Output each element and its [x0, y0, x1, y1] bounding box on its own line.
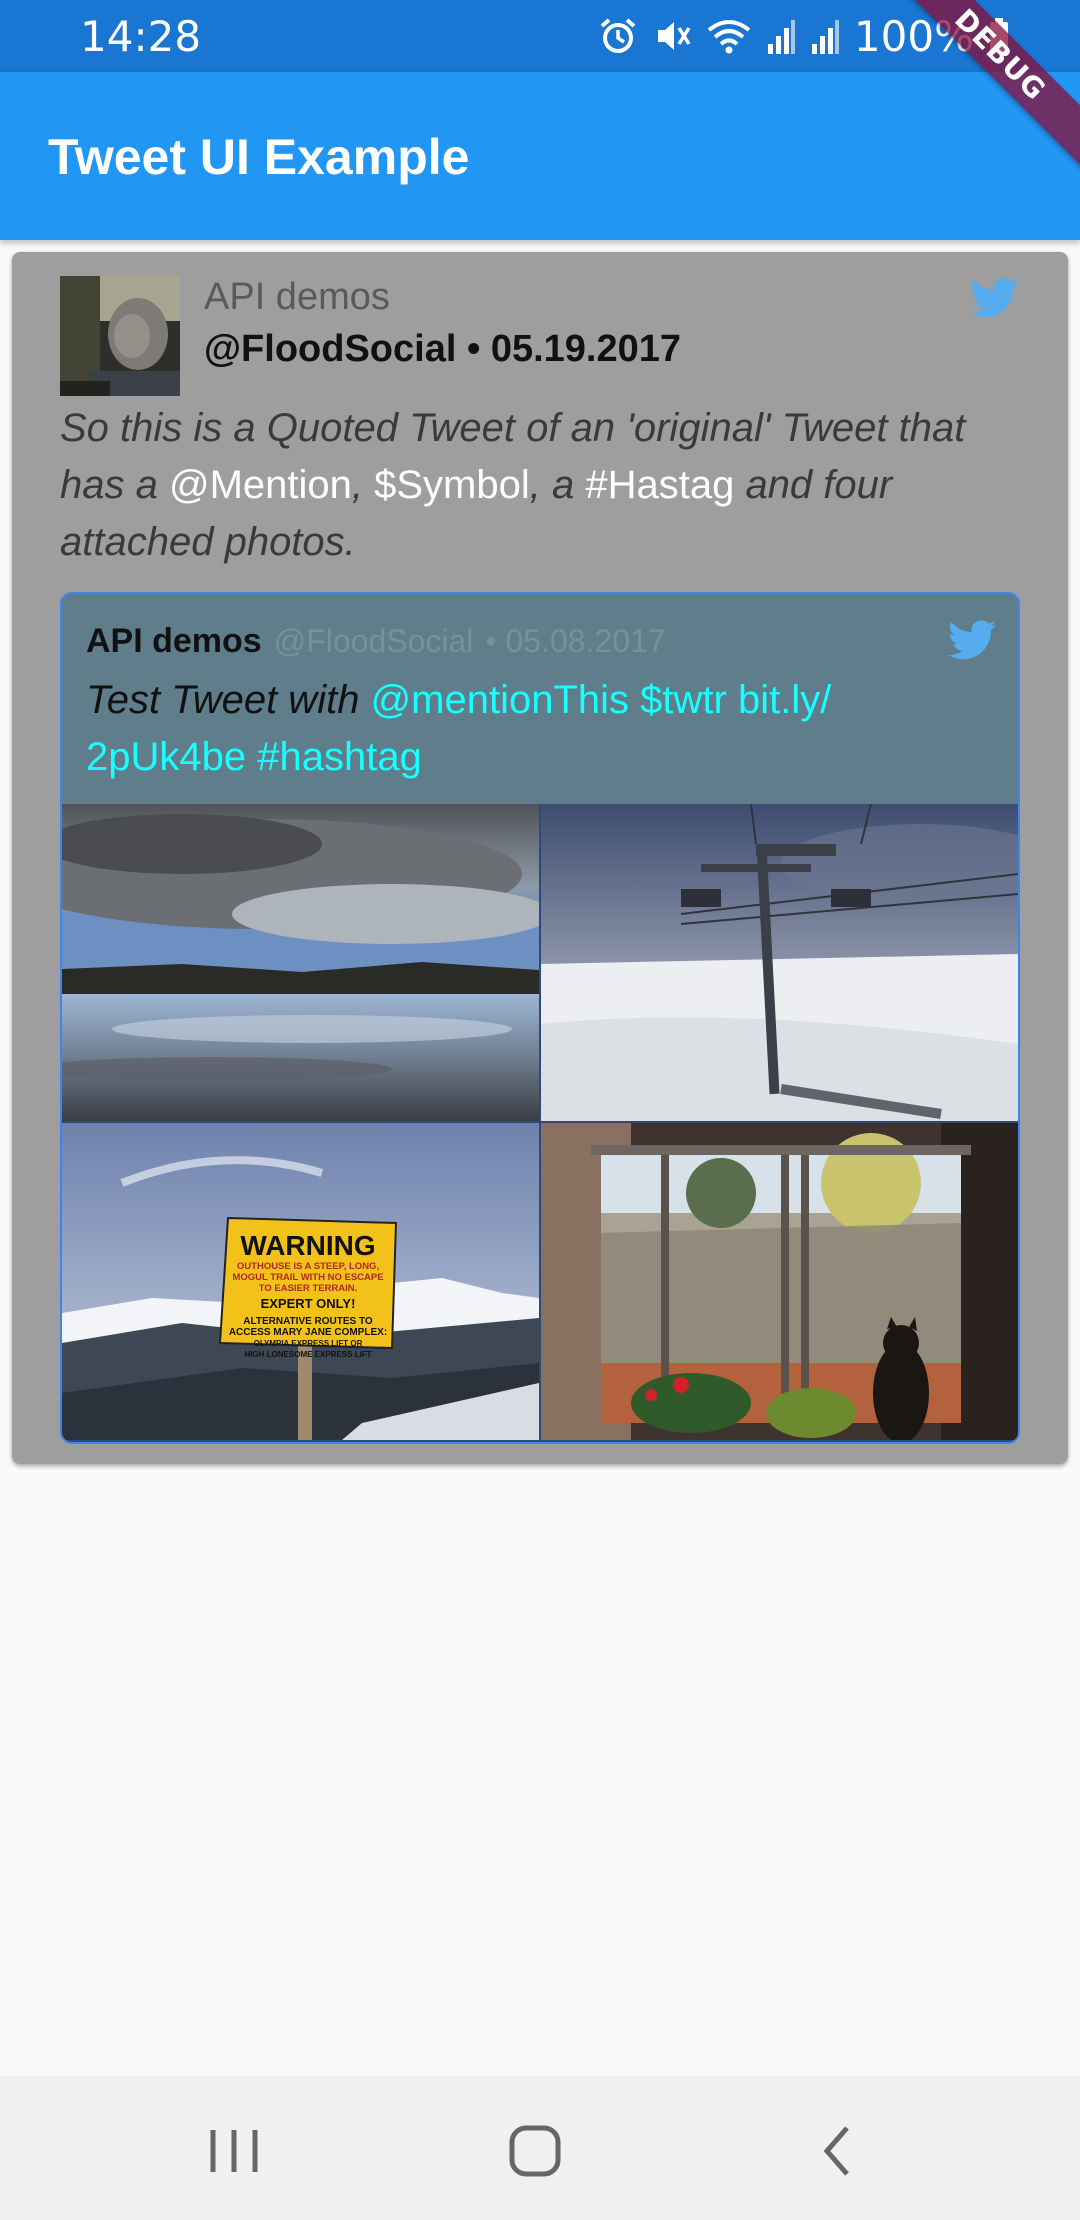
warning-sign-line: OUTHOUSE IS A STEEP, LONG,	[237, 1261, 379, 1272]
window-cat-photo[interactable]	[541, 1123, 1018, 1440]
twitter-bird-icon	[948, 620, 996, 660]
avatar[interactable]	[60, 276, 180, 396]
back-button[interactable]	[803, 2116, 873, 2186]
navigation-bar	[0, 2076, 1080, 2220]
quoted-user-name[interactable]: API demos	[86, 622, 262, 660]
warning-sign-line: ALTERNATIVE ROUTES TO	[243, 1316, 373, 1327]
home-button[interactable]	[500, 2116, 570, 2186]
status-time: 14:28	[80, 12, 202, 61]
warning-sign-line: ACCESS MARY JANE COMPLEX:	[229, 1327, 387, 1338]
warning-sign-line: TO EASIER TERRAIN.	[259, 1283, 358, 1294]
quoted-tweet[interactable]: API demos @FloodSocial • 05.08.2017 Test T…	[60, 592, 1020, 1444]
recent-apps-button[interactable]	[199, 2116, 269, 2186]
photo-grid: WARNING OUTHOUSE IS A STEEP, LONG, MOGUL T…	[62, 804, 1018, 1442]
warning-sign-line: OLYMPIA EXPRESS LIFT OR	[254, 1339, 363, 1348]
user-name[interactable]: API demos	[204, 276, 390, 319]
quoted-date: • 05.08.2017	[485, 623, 666, 659]
ski-lift-photo[interactable]	[541, 804, 1018, 1121]
tweet-card[interactable]: API demos @FloodSocial • 05.19.2017 So t…	[12, 252, 1068, 1464]
symbol-link[interactable]: $twtr	[640, 678, 727, 722]
wifi-icon	[707, 20, 751, 54]
signal-icon	[811, 20, 839, 54]
quoted-text: Test Tweet with @mentionThis $twtr bit.l…	[86, 672, 966, 786]
hashtag-link[interactable]: #Hastag	[585, 463, 734, 507]
mention-link[interactable]: @mentionThis	[371, 678, 629, 722]
quoted-header: API demos @FloodSocial • 05.08.2017	[86, 622, 666, 661]
tweet-text-part: ,	[351, 463, 375, 507]
warning-sign-title: WARNING	[240, 1230, 375, 1261]
warning-sign-photo[interactable]: WARNING OUTHOUSE IS A STEEP, LONG, MOGUL T…	[62, 1123, 539, 1440]
quoted-handle[interactable]: @FloodSocial	[274, 623, 474, 659]
status-bar: 14:28 100%	[0, 0, 1080, 72]
lake-photo[interactable]	[62, 804, 539, 1121]
app-bar: Tweet UI Example	[0, 72, 1080, 240]
tweet-text-part: , a	[529, 463, 586, 507]
warning-sign-line: MOGUL TRAIL WITH NO ESCAPE	[232, 1272, 383, 1283]
warning-sign-line: HIGH LONESOME EXPRESS LIFT	[244, 1350, 371, 1359]
symbol-link[interactable]: $Symbol	[374, 463, 530, 507]
tweet-text: So this is a Quoted Tweet of an 'origina…	[60, 400, 1010, 571]
hashtag-link[interactable]: #hashtag	[257, 735, 422, 779]
mute-icon	[657, 22, 691, 50]
app-bar-title: Tweet UI Example	[48, 129, 470, 185]
warning-sign-line: EXPERT ONLY!	[261, 1296, 356, 1311]
twitter-bird-icon	[970, 278, 1018, 318]
quoted-text-part: Test Tweet with	[86, 678, 371, 722]
alarm-icon	[600, 18, 636, 53]
handle-date[interactable]: @FloodSocial • 05.19.2017	[204, 328, 681, 371]
signal-icon	[767, 20, 795, 54]
mention-link[interactable]: @Mention	[169, 463, 352, 507]
